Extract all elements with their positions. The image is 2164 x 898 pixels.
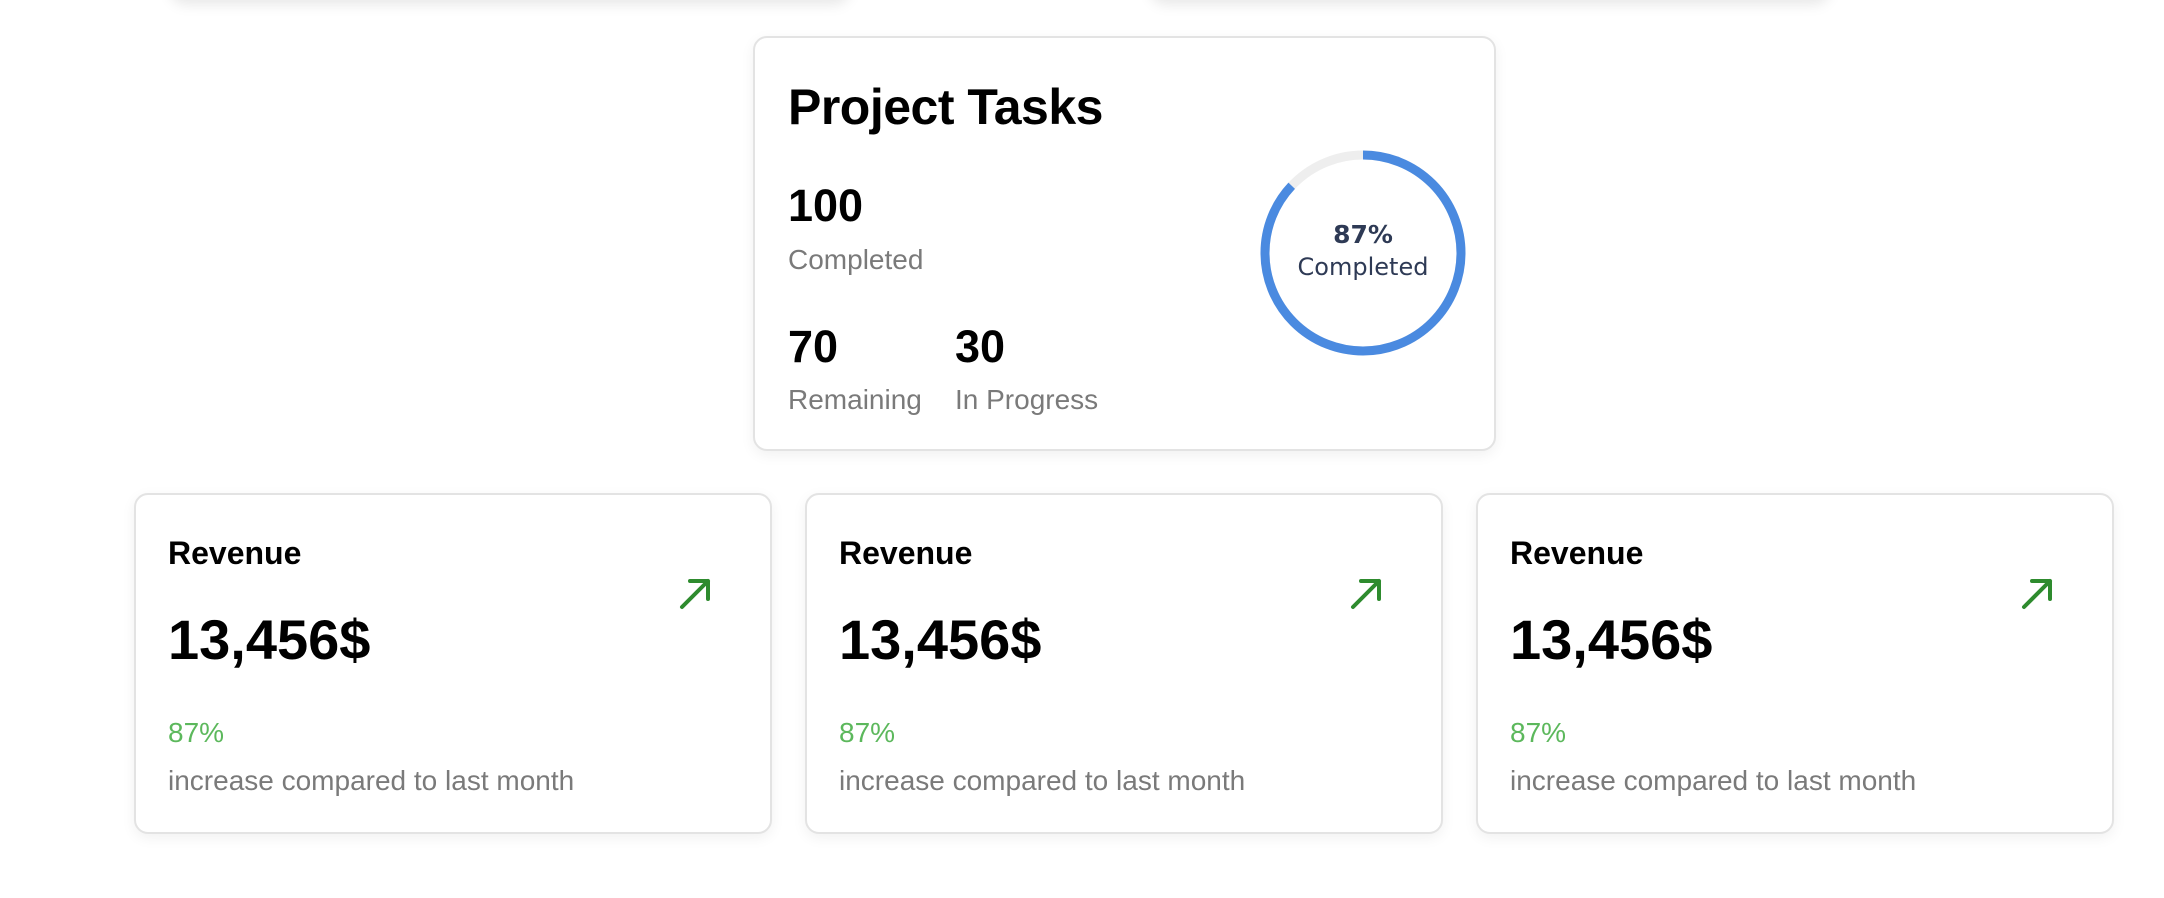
revenue-card: Revenue 13,456$ 87% increase compared to… xyxy=(1476,493,2114,834)
trend-up-icon xyxy=(680,579,710,609)
trend-up-icon xyxy=(1351,579,1381,609)
revenue-change-description: increase compared to last month xyxy=(168,765,575,796)
revenue-card: Revenue 13,456$ 87% increase compared to… xyxy=(805,493,1443,834)
revenue-title: Revenue xyxy=(839,535,973,571)
revenue-title: Revenue xyxy=(168,535,302,571)
trend-up-icon xyxy=(2022,579,2052,609)
remaining-label: Remaining xyxy=(788,384,922,415)
remaining-count: 70 xyxy=(788,321,839,372)
revenue-card: Revenue 13,456$ 87% increase compared to… xyxy=(134,493,772,834)
revenue-change-percent: 87% xyxy=(1510,717,1567,748)
completed-count: 100 xyxy=(788,180,864,231)
in-progress-count: 30 xyxy=(955,321,1006,372)
revenue-value: 13,456$ xyxy=(839,608,1042,671)
completion-ring: 87% Completed xyxy=(1258,148,1468,358)
revenue-change-description: increase compared to last month xyxy=(839,765,1246,796)
in-progress-label: In Progress xyxy=(955,384,1099,415)
project-tasks-card: Project Tasks 100 Completed 70 Remaining… xyxy=(753,36,1496,451)
revenue-value: 13,456$ xyxy=(1510,608,1713,671)
completion-percent: 87% xyxy=(1333,219,1393,249)
revenue-value: 13,456$ xyxy=(168,608,371,671)
revenue-change-percent: 87% xyxy=(839,717,896,748)
revenue-title: Revenue xyxy=(1510,535,1644,571)
revenue-change-description: increase compared to last month xyxy=(1510,765,1917,796)
completed-label: Completed xyxy=(788,244,924,275)
completion-ring-label: Completed xyxy=(1297,252,1429,281)
project-tasks-title: Project Tasks xyxy=(788,79,1103,135)
revenue-change-percent: 87% xyxy=(168,717,225,748)
